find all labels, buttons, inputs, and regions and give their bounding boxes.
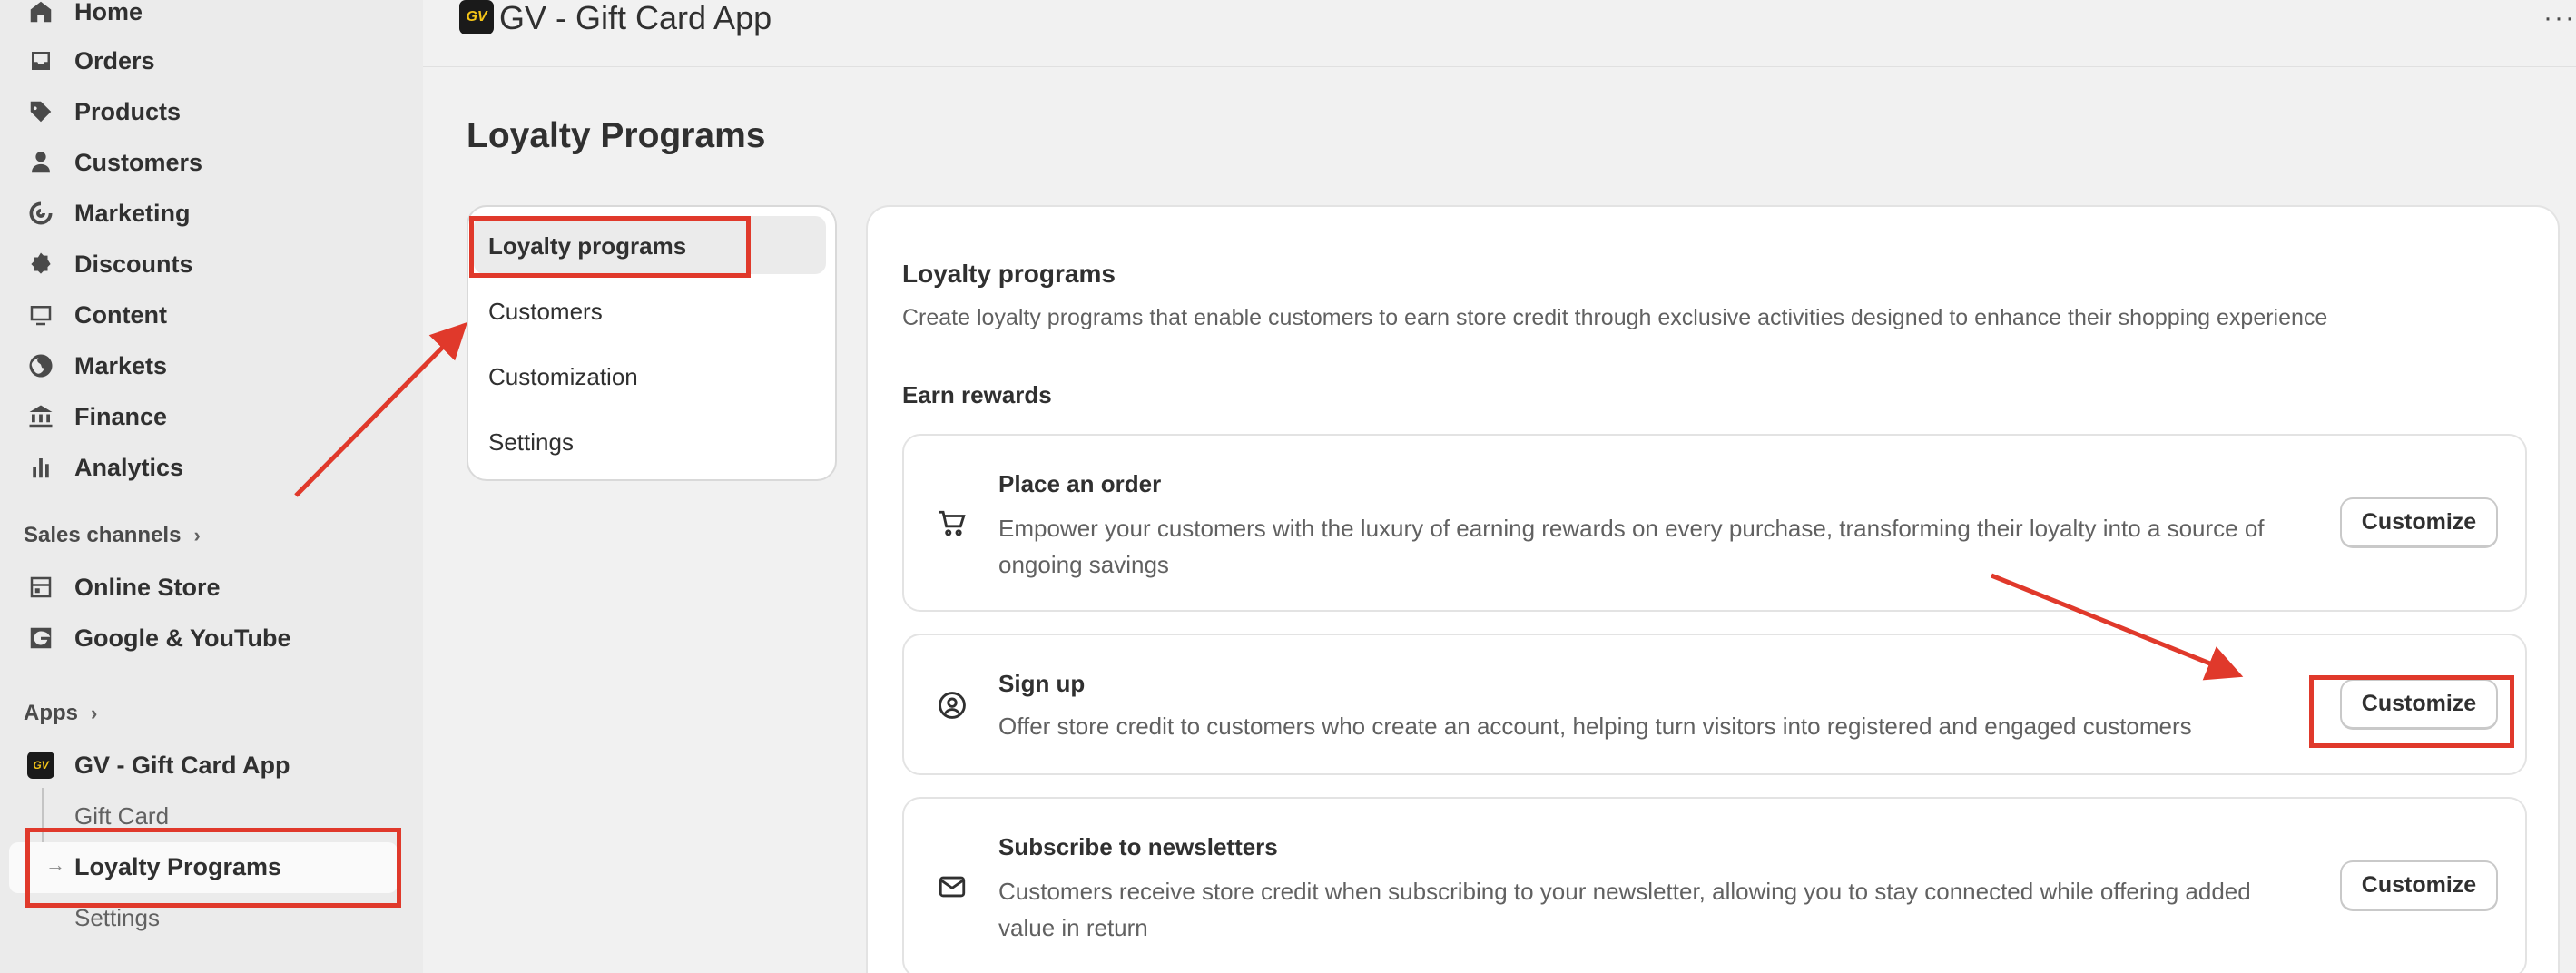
sidebar-item-label: Analytics — [74, 453, 184, 481]
sidebar-item-discounts[interactable]: Discounts — [27, 241, 193, 287]
discount-icon — [27, 251, 54, 278]
gv-app-logo-icon: GV — [27, 752, 54, 779]
sidebar-item-label: Orders — [74, 46, 155, 74]
highlight-box-sidebar — [25, 828, 401, 908]
sidebar-item-label: Google & YouTube — [74, 624, 291, 652]
home-icon — [27, 0, 54, 25]
page-title: Loyalty Programs — [467, 116, 766, 155]
reward-subscribe-newsletters: Subscribe to newsletters Customers recei… — [902, 797, 2527, 973]
reward-description: Empower your customers with the luxury o… — [998, 515, 2265, 578]
customize-button[interactable]: Customize — [2340, 497, 2498, 548]
store-icon — [27, 574, 54, 601]
customize-button[interactable]: Customize — [2340, 860, 2498, 911]
content-icon — [27, 301, 54, 329]
sidebar-item-label: Content — [74, 300, 167, 329]
reward-title: Place an order — [998, 470, 1162, 497]
sidebar-item-content[interactable]: Content — [27, 292, 167, 338]
highlight-box-submenu — [469, 216, 751, 278]
submenu-item-customization[interactable]: Customization — [488, 354, 638, 399]
submenu-item-settings[interactable]: Settings — [488, 419, 574, 465]
envelope-icon — [937, 871, 968, 902]
sidebar-item-online-store[interactable]: Online Store — [27, 565, 221, 610]
gv-app-logo-icon: GV — [459, 0, 494, 34]
chevron-right-icon: › — [91, 702, 98, 724]
reward-place-order: Place an order Empower your customers wi… — [902, 434, 2527, 612]
apps-label: Apps — [24, 701, 78, 725]
highlight-box-customize — [2309, 675, 2514, 748]
earn-rewards-heading: Earn rewards — [902, 381, 1052, 408]
sidebar-item-marketing[interactable]: Marketing — [27, 191, 191, 236]
sidebar-item-customers[interactable]: Customers — [27, 140, 202, 185]
apps-header[interactable]: Apps › — [24, 695, 97, 732]
chevron-right-icon: › — [193, 524, 201, 546]
sidebar-item-label: Markets — [74, 351, 168, 379]
reward-sign-up: Sign up Offer store credit to customers … — [902, 634, 2527, 775]
app-topbar: GV GV - Gift Card App ··· — [423, 0, 2576, 67]
sidebar-item-label: Finance — [74, 402, 168, 430]
sidebar-item-google-youtube[interactable]: Google & YouTube — [27, 615, 291, 661]
sidebar-item-label: Marketing — [74, 199, 191, 227]
sidebar-item-home[interactable]: Home — [27, 0, 143, 34]
reward-title: Subscribe to newsletters — [998, 833, 1278, 860]
sidebar-item-gv-app[interactable]: GV GV - Gift Card App — [27, 742, 290, 788]
sidebar-item-products[interactable]: Products — [27, 89, 181, 134]
sidebar-item-label: Online Store — [74, 573, 221, 601]
app-title: GV - Gift Card App — [499, 0, 772, 36]
sidebar-item-label: GV - Gift Card App — [74, 751, 290, 779]
tag-icon — [27, 98, 54, 125]
submenu-item-customers[interactable]: Customers — [488, 289, 603, 334]
card-title: Loyalty programs — [902, 260, 1116, 288]
card-description: Create loyalty programs that enable cust… — [902, 305, 2328, 330]
bank-icon — [27, 403, 54, 430]
globe-icon — [27, 352, 54, 379]
sidebar-item-finance[interactable]: Finance — [27, 394, 167, 439]
sales-channels-header[interactable]: Sales channels › — [24, 517, 201, 554]
more-actions-icon[interactable]: ··· — [2543, 0, 2576, 36]
sidebar-item-label: Home — [74, 0, 143, 25]
google-icon — [27, 624, 54, 652]
sales-channels-label: Sales channels — [24, 523, 182, 547]
sidebar-item-label: Customers — [74, 148, 203, 176]
reward-description: Offer store credit to customers who crea… — [998, 713, 2192, 740]
sidebar-item-label: Discounts — [74, 250, 193, 278]
user-circle-icon — [937, 690, 968, 721]
person-icon — [27, 149, 54, 176]
cart-icon — [937, 508, 968, 539]
reward-title: Sign up — [998, 670, 1086, 697]
bar-chart-icon — [27, 454, 54, 481]
sidebar-item-markets[interactable]: Markets — [27, 343, 167, 388]
reward-description: Customers receive store credit when subs… — [998, 878, 2251, 941]
target-icon — [27, 200, 54, 227]
sidebar-item-orders[interactable]: Orders — [27, 38, 155, 84]
sidebar-item-analytics[interactable]: Analytics — [27, 445, 183, 490]
inbox-icon — [27, 47, 54, 74]
sidebar-item-label: Products — [74, 97, 182, 125]
